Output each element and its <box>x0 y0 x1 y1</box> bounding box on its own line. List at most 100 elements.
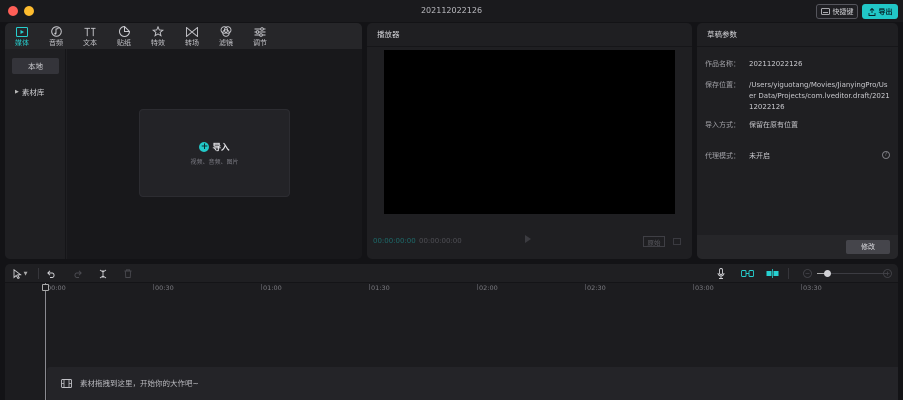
media-area: + 导入 视频、音频、图片 <box>67 49 362 259</box>
zoom-slider-handle[interactable] <box>824 270 831 277</box>
auto-snap-toggle[interactable] <box>740 267 754 280</box>
linkage-toggle[interactable] <box>765 267 779 280</box>
shortcut-label: 快捷键 <box>832 7 854 16</box>
tab-sticker[interactable]: 贴纸 <box>107 23 141 49</box>
fullscreen-icon[interactable] <box>673 238 681 245</box>
shortcut-button[interactable]: 快捷键 <box>816 4 858 19</box>
toolbar-divider <box>38 268 39 279</box>
export-label: 导出 <box>878 7 893 16</box>
audio-icon <box>50 26 62 38</box>
select-tool-button[interactable]: ▼ <box>9 267 31 280</box>
ruler-label: 00:30 <box>155 284 174 292</box>
track-header <box>5 295 45 400</box>
split-button[interactable] <box>97 267 109 280</box>
import-hint: 视频、音频、图片 <box>190 158 239 166</box>
undo-icon <box>46 269 54 278</box>
draft-value: /Users/yiguotang/Movies/JianyingPro/User… <box>749 81 890 111</box>
draft-row-name: 作品名称： 202112022126 <box>705 59 890 70</box>
video-preview[interactable] <box>384 50 675 214</box>
tab-label: 转场 <box>185 38 199 47</box>
zoom-in-button[interactable] <box>882 267 892 280</box>
edit-button[interactable]: 修改 <box>846 240 890 254</box>
draft-key: 导入方式： <box>705 121 740 129</box>
draft-panel: 草稿参数 作品名称： 202112022126 保存位置： /Users/yig… <box>697 23 898 259</box>
tab-filter[interactable]: 滤镜 <box>209 23 243 49</box>
tick-mark <box>801 284 802 290</box>
tab-effects[interactable]: 特效 <box>141 23 175 49</box>
redo-icon <box>74 269 82 278</box>
zoom-in-icon <box>882 269 892 278</box>
effects-icon <box>152 26 164 38</box>
redo-button[interactable] <box>71 267 83 280</box>
ratio-button[interactable]: 原始 <box>643 236 665 247</box>
tab-adjust[interactable]: 调节 <box>243 23 277 49</box>
ruler-label: 03:30 <box>803 284 822 292</box>
tab-media[interactable]: 媒体 <box>5 23 39 49</box>
keyboard-icon <box>820 8 830 15</box>
timeline-ruler[interactable]: 00:00 00:30 01:00 01:30 02:00 02:30 03:0… <box>5 283 898 295</box>
sticker-icon <box>118 26 130 38</box>
title-bar: 202112022126 快捷键 导出 <box>0 0 903 22</box>
import-button[interactable]: + 导入 视频、音频、图片 <box>139 109 290 197</box>
sidebar-item-local[interactable]: 本地 <box>12 58 59 74</box>
chevron-down-icon: ▼ <box>23 270 28 277</box>
plus-icon: + <box>199 141 210 152</box>
export-button[interactable]: 导出 <box>862 4 898 19</box>
import-row: + 导入 <box>199 141 230 153</box>
timeline-toolbar: ▼ <box>5 264 898 283</box>
tab-label: 音频 <box>49 38 63 47</box>
export-icon <box>868 7 875 16</box>
microphone-icon <box>717 268 725 279</box>
drop-hint: 素材拖拽到这里，开始你的大作吧~ <box>80 379 199 388</box>
magnet-link-icon <box>740 270 754 277</box>
draft-value: 未开启 <box>749 152 770 160</box>
tab-transition[interactable]: 转场 <box>175 23 209 49</box>
draft-value: 202112022126 <box>749 60 803 68</box>
microphone-button[interactable] <box>715 267 727 280</box>
film-icon <box>61 379 72 388</box>
tick-mark <box>153 284 154 290</box>
ruler-label: 02:30 <box>587 284 606 292</box>
transition-icon <box>186 26 198 38</box>
draft-footer: 修改 <box>697 235 898 259</box>
tab-label: 特效 <box>151 38 165 47</box>
sidebar-item-library[interactable]: ▶ 素材库 <box>12 84 59 100</box>
cursor-icon <box>13 268 22 279</box>
trash-icon <box>124 269 132 278</box>
ruler-label: 01:30 <box>371 284 390 292</box>
import-label: 导入 <box>212 142 230 153</box>
text-icon <box>84 26 96 38</box>
playhead[interactable] <box>45 283 46 400</box>
split-icon <box>99 269 107 278</box>
help-icon[interactable]: ? <box>882 151 890 159</box>
zoom-out-icon <box>802 269 812 278</box>
toolbar-divider <box>788 268 789 279</box>
sidebar-item-label: 素材库 <box>21 87 45 97</box>
delete-button[interactable] <box>122 267 134 280</box>
playhead-handle[interactable] <box>42 284 49 291</box>
caret-right-icon: ▶ <box>15 89 19 95</box>
timeline-panel: ▼ 00:00 00:30 01:00 01:30 02:00 02:30 03… <box>5 264 898 400</box>
snap-icon <box>766 269 778 278</box>
undo-button[interactable] <box>45 267 57 280</box>
ruler-label: 02:00 <box>479 284 498 292</box>
player-title: 播放器 <box>367 23 692 47</box>
media-panel: 媒体 音频 文本 贴纸 特效 转场 滤镜 调节 本地 ▶ 素材库 + 导入 视频… <box>5 23 362 259</box>
main-track-drop-zone[interactable]: 素材拖拽到这里，开始你的大作吧~ <box>47 367 898 400</box>
tab-audio[interactable]: 音频 <box>39 23 73 49</box>
draft-key: 代理模式： <box>705 152 740 160</box>
tick-mark <box>261 284 262 290</box>
adjust-icon <box>254 26 266 38</box>
tick-mark <box>693 284 694 290</box>
tab-label: 文本 <box>83 38 97 47</box>
media-tabs: 媒体 音频 文本 贴纸 特效 转场 滤镜 调节 <box>5 23 362 49</box>
current-time: 00:00:00:00 <box>373 237 416 245</box>
tick-mark <box>369 284 370 290</box>
draft-key: 作品名称： <box>705 60 740 68</box>
tab-text[interactable]: 文本 <box>73 23 107 49</box>
play-icon[interactable] <box>525 235 531 243</box>
ruler-label: 03:00 <box>695 284 714 292</box>
draft-title: 草稿参数 <box>697 23 898 47</box>
zoom-out-button[interactable] <box>802 267 812 280</box>
window-title: 202112022126 <box>420 6 483 15</box>
